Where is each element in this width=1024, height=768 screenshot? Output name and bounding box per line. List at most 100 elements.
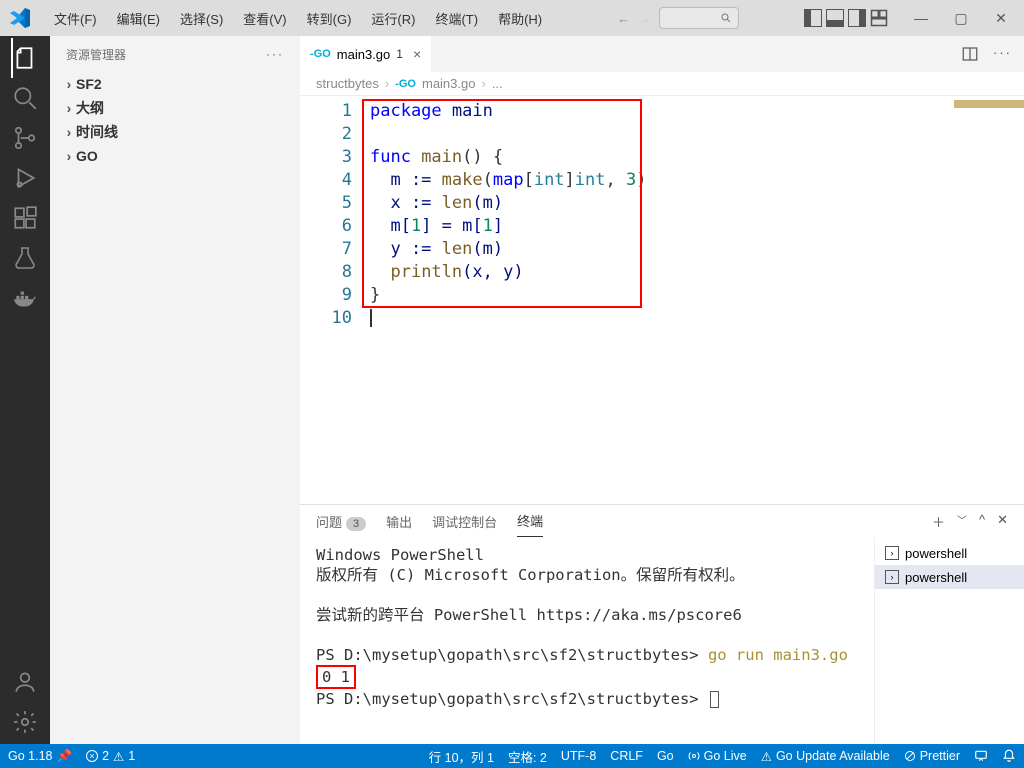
- status-cursor-position[interactable]: 行 10，列 1: [429, 747, 494, 766]
- menu-help[interactable]: 帮助(H): [488, 9, 552, 28]
- block-icon: [904, 750, 916, 762]
- window-close-button[interactable]: ✕: [986, 3, 1016, 33]
- layout-icons: [804, 9, 888, 27]
- source-control-icon[interactable]: [11, 124, 39, 152]
- main-menu: 文件(F) 编辑(E) 选择(S) 查看(V) 转到(G) 运行(R) 终端(T…: [44, 9, 552, 28]
- warning-icon: [113, 749, 124, 764]
- terminal-view[interactable]: Windows PowerShell 版权所有 (C) Microsoft Co…: [300, 537, 874, 744]
- panel-close-icon[interactable]: ✕: [997, 512, 1008, 531]
- breadcrumb[interactable]: structbytes › -GO main3.go › ...: [300, 72, 1024, 96]
- tree-timeline[interactable]: ›时间线: [50, 120, 300, 144]
- search-icon: [720, 12, 732, 24]
- menu-terminal[interactable]: 终端(T): [425, 9, 488, 28]
- new-terminal-icon[interactable]: ＋: [932, 512, 945, 531]
- error-icon: ×: [86, 750, 98, 762]
- editor-tabs: -GO main3.go 1 × ···: [300, 36, 1024, 72]
- sidebar-more-icon[interactable]: ···: [266, 47, 284, 61]
- panel-tab-output[interactable]: 输出: [386, 506, 412, 537]
- terminal-icon: ›: [885, 546, 899, 560]
- breadcrumb-file[interactable]: main3.go: [422, 76, 475, 91]
- broadcast-icon: [688, 750, 700, 762]
- docker-icon[interactable]: [11, 284, 39, 312]
- menu-run[interactable]: 运行(R): [361, 9, 425, 28]
- pin-icon: 📌: [56, 749, 72, 764]
- title-back-icon[interactable]: ←: [617, 11, 630, 26]
- editor-more-icon[interactable]: ···: [993, 45, 1012, 63]
- title-center: ← →: [552, 7, 804, 29]
- tab-filename: main3.go: [337, 47, 390, 62]
- title-controls: — ▢ ✕: [804, 3, 1016, 33]
- menu-select[interactable]: 选择(S): [170, 9, 233, 28]
- tab-main3-go[interactable]: -GO main3.go 1 ×: [300, 36, 431, 72]
- status-problems[interactable]: ×2 1: [86, 749, 135, 764]
- problems-count-badge: 3: [346, 517, 366, 531]
- status-eol[interactable]: CRLF: [610, 749, 643, 763]
- status-bar: Go 1.18📌 ×2 1 行 10，列 1 空格: 2 UTF-8 CRLF …: [0, 744, 1024, 768]
- status-indent[interactable]: 空格: 2: [508, 747, 547, 766]
- explorer-sidebar: 资源管理器 ··· ›SF2 ›大纲 ›时间线 ›GO: [50, 36, 300, 744]
- menu-file[interactable]: 文件(F): [44, 9, 107, 28]
- breadcrumb-root[interactable]: structbytes: [316, 76, 379, 91]
- go-file-icon: -GO: [310, 48, 331, 60]
- tab-close-icon[interactable]: ×: [413, 46, 421, 62]
- minimap-decoration: [954, 100, 1024, 108]
- breadcrumb-more[interactable]: ...: [492, 76, 503, 91]
- panel-tab-terminal[interactable]: 终端: [517, 505, 543, 537]
- settings-gear-icon[interactable]: [11, 708, 39, 736]
- output-highlight-box: 0 1: [316, 665, 356, 689]
- split-editor-icon[interactable]: [961, 45, 979, 63]
- title-fwd-icon[interactable]: →: [638, 11, 651, 26]
- panel-actions: ＋ ﹀ ^ ✕: [932, 512, 1008, 531]
- testing-icon[interactable]: [11, 244, 39, 272]
- editor-actions: ···: [961, 45, 1024, 63]
- terminal-session-1[interactable]: ›powershell: [875, 541, 1024, 565]
- vscode-logo-icon: [8, 6, 32, 30]
- terminal-session-2[interactable]: ›powershell: [875, 565, 1024, 589]
- breadcrumb-sep: ›: [385, 76, 389, 91]
- tree-outline[interactable]: ›大纲: [50, 96, 300, 120]
- code-editor[interactable]: 12345678910 package main func main() { m…: [300, 96, 1024, 504]
- menu-view[interactable]: 查看(V): [233, 9, 296, 28]
- status-feedback-icon[interactable]: [974, 749, 988, 763]
- tree-go[interactable]: ›GO: [50, 144, 300, 168]
- panel-maximize-icon[interactable]: ^: [979, 512, 985, 531]
- extensions-icon[interactable]: [11, 204, 39, 232]
- status-golive[interactable]: Go Live: [688, 749, 747, 763]
- terminal-icon: ›: [885, 570, 899, 584]
- new-terminal-dropdown-icon[interactable]: ﹀: [957, 512, 967, 531]
- code-lines[interactable]: package main func main() { m := make(map…: [370, 96, 647, 504]
- terminal-cursor: [710, 691, 719, 708]
- status-prettier[interactable]: Prettier: [904, 749, 960, 763]
- status-encoding[interactable]: UTF-8: [561, 749, 596, 763]
- editor-area: -GO main3.go 1 × ··· structbytes › -GO m…: [300, 36, 1024, 744]
- menu-goto[interactable]: 转到(G): [297, 9, 362, 28]
- explorer-icon[interactable]: [11, 44, 39, 72]
- main-area: 资源管理器 ··· ›SF2 ›大纲 ›时间线 ›GO -GO main3.go…: [0, 36, 1024, 744]
- explorer-tree: ›SF2 ›大纲 ›时间线 ›GO: [50, 72, 300, 168]
- window-minimize-button[interactable]: —: [906, 3, 936, 33]
- window-maximize-button[interactable]: ▢: [946, 3, 976, 33]
- menu-edit[interactable]: 编辑(E): [107, 9, 170, 28]
- search-activity-icon[interactable]: [11, 84, 39, 112]
- go-file-icon: -GO: [395, 78, 416, 90]
- tree-folder-sf2[interactable]: ›SF2: [50, 72, 300, 96]
- layout-left-icon[interactable]: [804, 9, 822, 27]
- status-bell-icon[interactable]: [1002, 749, 1016, 763]
- account-icon[interactable]: [11, 668, 39, 696]
- title-search-box[interactable]: [659, 7, 739, 29]
- breadcrumb-sep: ›: [481, 76, 485, 91]
- status-language[interactable]: Go: [657, 749, 674, 763]
- tab-dirty-badge: 1: [396, 47, 403, 61]
- layout-bottom-icon[interactable]: [826, 9, 844, 27]
- layout-custom-icon[interactable]: [870, 9, 888, 27]
- layout-right-icon[interactable]: [848, 9, 866, 27]
- status-go-version[interactable]: Go 1.18📌: [8, 749, 72, 764]
- run-debug-icon[interactable]: [11, 164, 39, 192]
- status-go-update[interactable]: Go Update Available: [761, 749, 890, 764]
- line-gutter: 12345678910: [300, 96, 370, 504]
- panel-tab-debug[interactable]: 调试控制台: [432, 506, 497, 537]
- warning-icon: [761, 749, 772, 764]
- panel-tab-row: 问题3 输出 调试控制台 终端 ＋ ﹀ ^ ✕: [300, 505, 1024, 537]
- panel-tab-problems[interactable]: 问题3: [316, 506, 366, 537]
- sidebar-title-label: 资源管理器: [66, 46, 126, 63]
